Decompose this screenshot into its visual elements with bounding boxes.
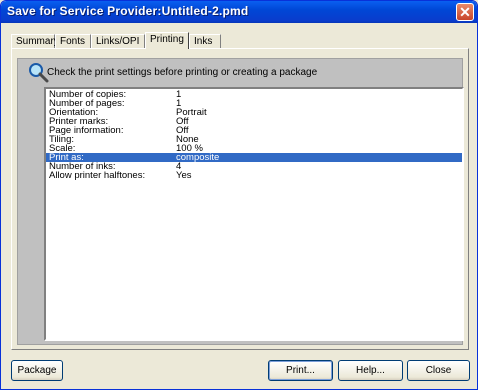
setting-value: Yes — [176, 170, 192, 181]
close-window-button[interactable]: ✕ — [456, 3, 474, 21]
print-settings-hint: Check the print settings before printing… — [47, 67, 318, 78]
help-button[interactable]: Help... — [338, 360, 403, 381]
close-icon: ✕ — [459, 4, 471, 20]
tab-fonts[interactable]: Fonts — [55, 34, 91, 48]
setting-value: composite — [176, 152, 220, 163]
tab-printing[interactable]: Printing — [145, 32, 189, 49]
tab-inks[interactable]: Inks — [189, 34, 221, 48]
list-item[interactable]: Tiling: None — [46, 135, 462, 145]
list-item[interactable]: Scale: 100 % — [46, 144, 462, 154]
close-button[interactable]: Close — [407, 360, 470, 381]
save-for-service-provider-dialog: Save for Service Provider:Untitled-2.pmd… — [0, 0, 478, 390]
title-bar[interactable]: Save for Service Provider:Untitled-2.pmd… — [1, 1, 477, 23]
list-item[interactable]: Page information: Off — [46, 126, 462, 136]
package-button[interactable]: Package — [11, 360, 63, 381]
tab-summary[interactable]: Summary — [11, 34, 59, 48]
magnifier-icon — [29, 63, 49, 83]
list-item[interactable]: Allow printer halftones: Yes — [46, 170, 462, 181]
list-item[interactable]: Orientation: Portrait — [46, 108, 462, 118]
window-title: Save for Service Provider:Untitled-2.pmd — [7, 4, 249, 18]
list-item[interactable]: Number of pages: 1 — [46, 99, 462, 109]
setting-name: Allow printer halftones: — [49, 170, 146, 181]
tab-links-opi[interactable]: Links/OPI — [91, 34, 145, 48]
print-button[interactable]: Print... — [268, 360, 333, 381]
print-settings-list[interactable]: Number of copies: 1 Number of pages: 1 Ori… — [44, 87, 464, 341]
